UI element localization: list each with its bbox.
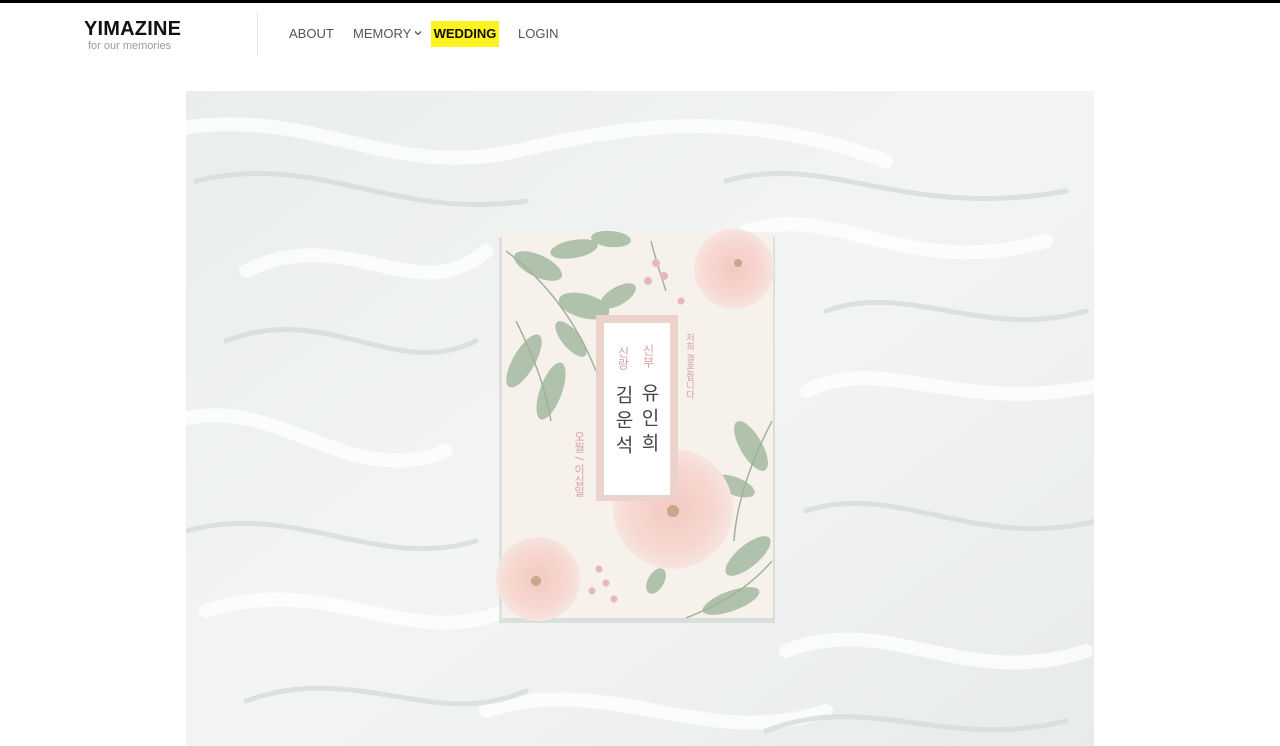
header-divider <box>257 12 258 56</box>
card-name-groom: 김운석 <box>612 385 634 460</box>
logo-tagline: for our memories <box>88 40 172 52</box>
nav-item-login[interactable]: LOGIN <box>518 21 558 47</box>
card-note-text: 저희 결혼합니다 <box>684 333 694 400</box>
card-role-groom: 신랑 <box>616 346 630 370</box>
nav-item-about[interactable]: ABOUT <box>289 21 334 47</box>
nav-item-memory[interactable]: MEMORY <box>353 21 422 47</box>
logo-title: YIMAZINE <box>84 18 182 40</box>
card-role-bride: 신부 <box>641 344 655 368</box>
site-header: YIMAZINE for our memories ABOUT MEMORY W… <box>0 3 1280 65</box>
nav-item-wedding[interactable]: WEDDING <box>431 21 499 47</box>
chevron-down-icon <box>414 31 422 36</box>
site-logo[interactable]: YIMAZINE for our memories <box>84 17 234 57</box>
card-date-text: 오월 / 이십일 <box>573 431 586 497</box>
wedding-invitation-photo: 신부 신랑 유인희 김운석 오월 / 이십일 저희 결혼합니다 <box>186 91 1094 746</box>
hero-image: 신부 신랑 유인희 김운석 오월 / 이십일 저희 결혼합니다 <box>186 91 1094 746</box>
nav-item-memory-label: MEMORY <box>353 26 412 41</box>
invitation-card <box>496 229 774 621</box>
card-name-bride: 유인희 <box>638 383 660 458</box>
